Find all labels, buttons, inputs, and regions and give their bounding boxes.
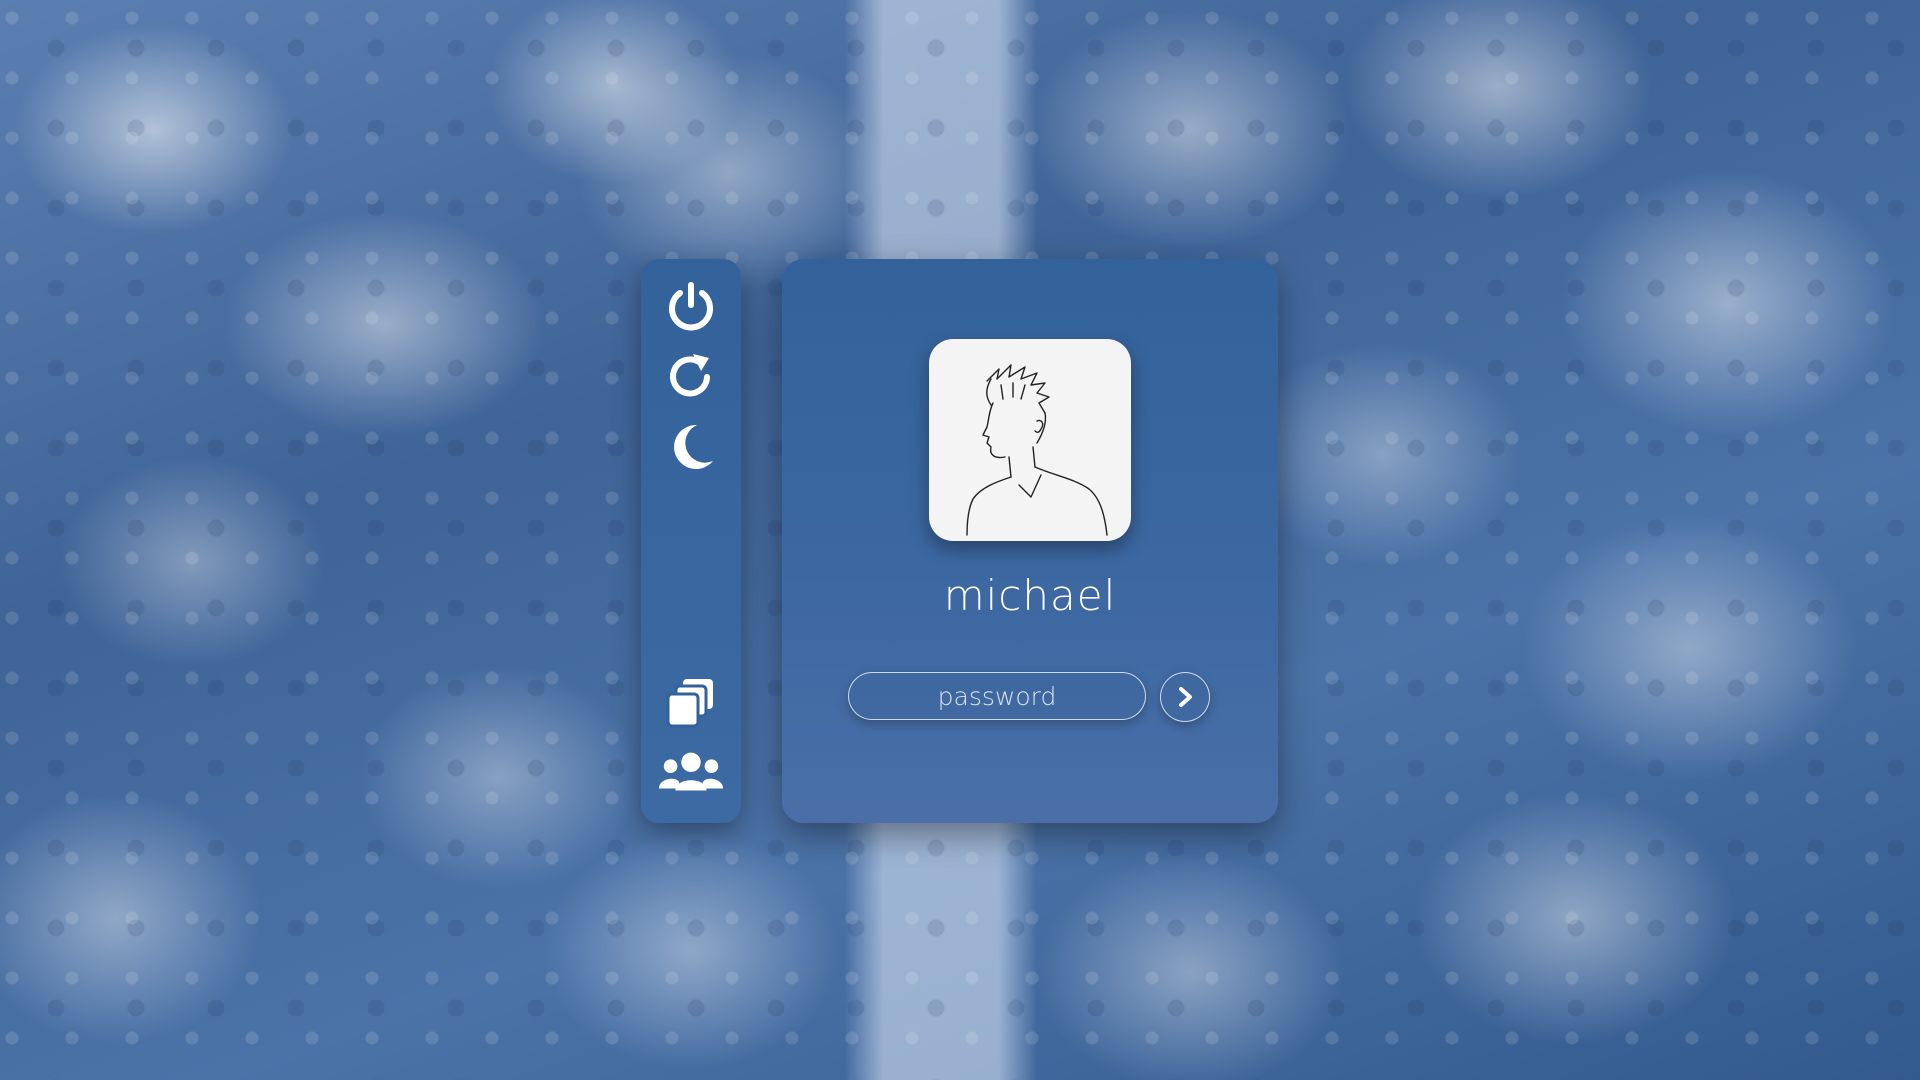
login-screen: michael <box>0 0 1920 1080</box>
login-card: michael <box>782 259 1278 823</box>
sleep-icon[interactable] <box>661 417 721 477</box>
session-icon[interactable] <box>661 673 721 733</box>
power-icon[interactable] <box>661 277 721 337</box>
switch-user-icon[interactable] <box>655 743 727 803</box>
power-actions-bar <box>641 259 741 823</box>
username-label: michael <box>943 571 1117 620</box>
avatar <box>929 339 1131 541</box>
chevron-right-icon <box>1179 687 1192 707</box>
restart-icon[interactable] <box>661 347 721 407</box>
password-input[interactable] <box>848 672 1146 720</box>
login-submit-button[interactable] <box>1160 672 1210 722</box>
